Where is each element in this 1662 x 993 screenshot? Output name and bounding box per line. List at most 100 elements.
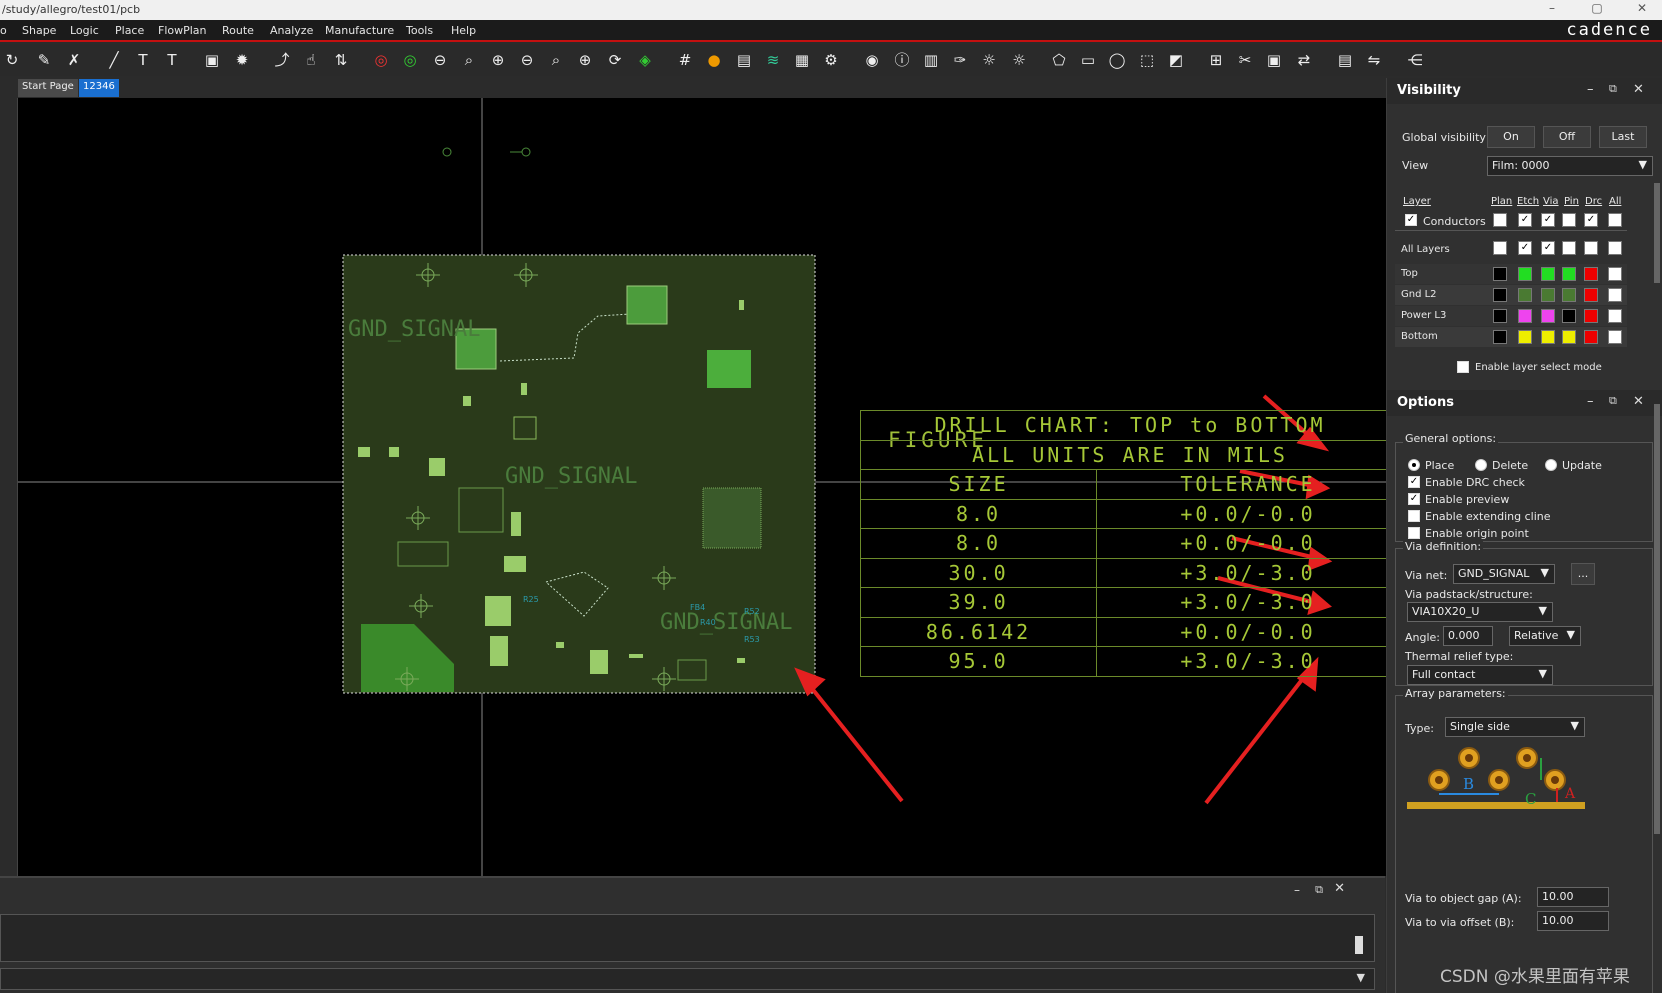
delete-radio[interactable] <box>1475 459 1487 471</box>
r2a-icon[interactable]: ⇄ <box>1292 48 1316 72</box>
info-icon[interactable]: ⓘ <box>890 48 914 72</box>
options-scrollbar[interactable] <box>1654 404 1660 834</box>
layer-color-swatch[interactable] <box>1518 330 1532 344</box>
panel-float-icon[interactable]: ⧉ <box>1315 883 1323 897</box>
highlight-icon[interactable]: ☼ <box>977 48 1001 72</box>
shape-edit-icon[interactable]: ◩ <box>1164 48 1188 72</box>
layer-color-swatch[interactable] <box>1584 330 1598 344</box>
conductors-etch-toggle[interactable]: ✓ <box>1518 213 1532 227</box>
add-line-icon[interactable]: ╱ <box>102 48 126 72</box>
drc-green-icon[interactable]: ◎ <box>398 48 422 72</box>
via-net-browse-button[interactable]: ... <box>1571 563 1595 585</box>
layer-color-swatch[interactable] <box>1608 309 1622 323</box>
layers-icon[interactable]: ≋ <box>761 48 785 72</box>
all-via-toggle[interactable]: ✓ <box>1541 241 1555 255</box>
panel-close-icon[interactable]: ✕ <box>1334 881 1345 896</box>
component-icon[interactable]: ✹ <box>230 48 254 72</box>
output-scrollbar[interactable] <box>1355 936 1363 954</box>
via-delete-icon[interactable]: ✂ <box>1233 48 1257 72</box>
feather-icon[interactable]: ✑ <box>948 48 972 72</box>
menu-place[interactable]: Place <box>115 24 144 37</box>
layer-color-swatch[interactable] <box>1493 267 1507 281</box>
panel-minimize-icon[interactable]: – <box>1294 883 1300 897</box>
angle-input[interactable]: 0.000 <box>1443 626 1493 646</box>
all-drc-toggle[interactable] <box>1584 241 1598 255</box>
layer-color-swatch[interactable] <box>1518 267 1532 281</box>
zoom-fit-icon[interactable]: ⊖ <box>428 48 452 72</box>
settings-sheet-icon[interactable]: ⚙ <box>819 48 843 72</box>
menu-analyze[interactable]: Analyze <box>270 24 313 37</box>
zoom-out-icon[interactable]: ⊖ <box>515 48 539 72</box>
layer-color-swatch[interactable] <box>1584 288 1598 302</box>
grid-icon[interactable]: # <box>673 48 697 72</box>
design-canvas[interactable]: GND_SIGNAL GND_SIGNAL GND_SIGNAL R25 R40… <box>18 98 1386 876</box>
all-all-toggle[interactable] <box>1608 241 1622 255</box>
layer-color-swatch[interactable] <box>1541 309 1555 323</box>
shape-rect-icon[interactable]: ▭ <box>1076 48 1100 72</box>
float-icon[interactable]: ⧉ <box>1609 82 1617 96</box>
layer-color-swatch[interactable] <box>1608 288 1622 302</box>
export-icon[interactable]: ⇋ <box>1362 48 1386 72</box>
delay-tune-icon[interactable]: ⇅ <box>329 48 353 72</box>
visibility-off-button[interactable]: Off <box>1543 126 1591 148</box>
zoom-window-icon[interactable]: ⌕ <box>457 48 481 72</box>
menu-flowplan[interactable]: FlowPlan <box>158 24 207 37</box>
conductors-all-toggle[interactable] <box>1608 213 1622 227</box>
command-input[interactable] <box>0 968 1375 990</box>
preview-checkbox[interactable]: ✓ <box>1408 493 1420 505</box>
layer-color-swatch[interactable] <box>1562 330 1576 344</box>
thermal-relief-select[interactable]: Full contact ▼ <box>1407 665 1553 685</box>
extending-cline-checkbox[interactable] <box>1408 510 1420 522</box>
layer-select-mode-checkbox[interactable] <box>1457 361 1469 373</box>
add-text-icon[interactable]: T <box>131 48 155 72</box>
command-output[interactable] <box>0 914 1375 962</box>
drc-red-icon[interactable]: ◎ <box>369 48 393 72</box>
conductors-via-toggle[interactable]: ✓ <box>1541 213 1555 227</box>
update-radio[interactable] <box>1545 459 1557 471</box>
minimize-button[interactable]: – <box>1542 1 1562 17</box>
layer-color-swatch[interactable] <box>1493 330 1507 344</box>
layer-color-swatch[interactable] <box>1541 288 1555 302</box>
layer-color-swatch[interactable] <box>1493 309 1507 323</box>
all-plan-toggle[interactable] <box>1493 241 1507 255</box>
maximize-button[interactable]: ▢ <box>1587 1 1607 17</box>
measure-icon[interactable]: ▥ <box>919 48 943 72</box>
menu-help[interactable]: Help <box>451 24 476 37</box>
conductors-checkbox[interactable]: ✓ <box>1405 214 1417 226</box>
pin-icon[interactable]: ✎ <box>32 48 56 72</box>
tab-start-page[interactable]: Start Page <box>18 79 78 97</box>
via-padstack-select[interactable]: VIA10X20_U ▼ <box>1407 602 1553 622</box>
eye-icon[interactable]: ◉ <box>860 48 884 72</box>
via-via-offset-input[interactable]: 10.00 <box>1537 911 1609 931</box>
float-icon[interactable]: ⧉ <box>1609 394 1617 408</box>
layer-color-swatch[interactable] <box>1608 267 1622 281</box>
menu-shape[interactable]: Shape <box>22 24 56 37</box>
zoom-center-icon[interactable]: ⊕ <box>573 48 597 72</box>
layer-color-swatch[interactable] <box>1562 288 1576 302</box>
array-type-select[interactable]: Single side ▼ <box>1445 717 1585 737</box>
shape-select-icon[interactable]: ⬚ <box>1135 48 1159 72</box>
shape-add-icon[interactable]: ⬠ <box>1047 48 1071 72</box>
zoom-in-icon[interactable]: ⊕ <box>486 48 510 72</box>
layer-color-swatch[interactable] <box>1608 330 1622 344</box>
menu-o[interactable]: o <box>0 24 7 37</box>
conductors-pin-toggle[interactable] <box>1562 213 1576 227</box>
close-icon[interactable]: ✕ <box>1633 82 1644 97</box>
shadow-icon[interactable]: ▤ <box>732 48 756 72</box>
layer-color-swatch[interactable] <box>1584 309 1598 323</box>
place-radio[interactable] <box>1408 459 1420 471</box>
dehighlight-icon[interactable]: ☼ <box>1007 48 1031 72</box>
zoom-previous-icon[interactable]: ⌕ <box>544 48 568 72</box>
3d-view-icon[interactable]: ◈ <box>633 48 657 72</box>
redraw-icon[interactable]: ⟳ <box>603 48 627 72</box>
visibility-scrollbar[interactable] <box>1654 183 1660 283</box>
layer-color-swatch[interactable] <box>1562 309 1576 323</box>
conductors-drc-toggle[interactable]: ✓ <box>1584 213 1598 227</box>
visibility-last-button[interactable]: Last <box>1599 126 1647 148</box>
menu-manufacture[interactable]: Manufacture <box>325 24 394 37</box>
all-pin-toggle[interactable] <box>1562 241 1576 255</box>
all-etch-toggle[interactable]: ✓ <box>1518 241 1532 255</box>
tab-design[interactable]: 12346 <box>79 79 119 97</box>
camera-icon[interactable]: ▣ <box>1262 48 1286 72</box>
via-net-select[interactable]: GND_SIGNAL ▼ <box>1453 564 1555 584</box>
